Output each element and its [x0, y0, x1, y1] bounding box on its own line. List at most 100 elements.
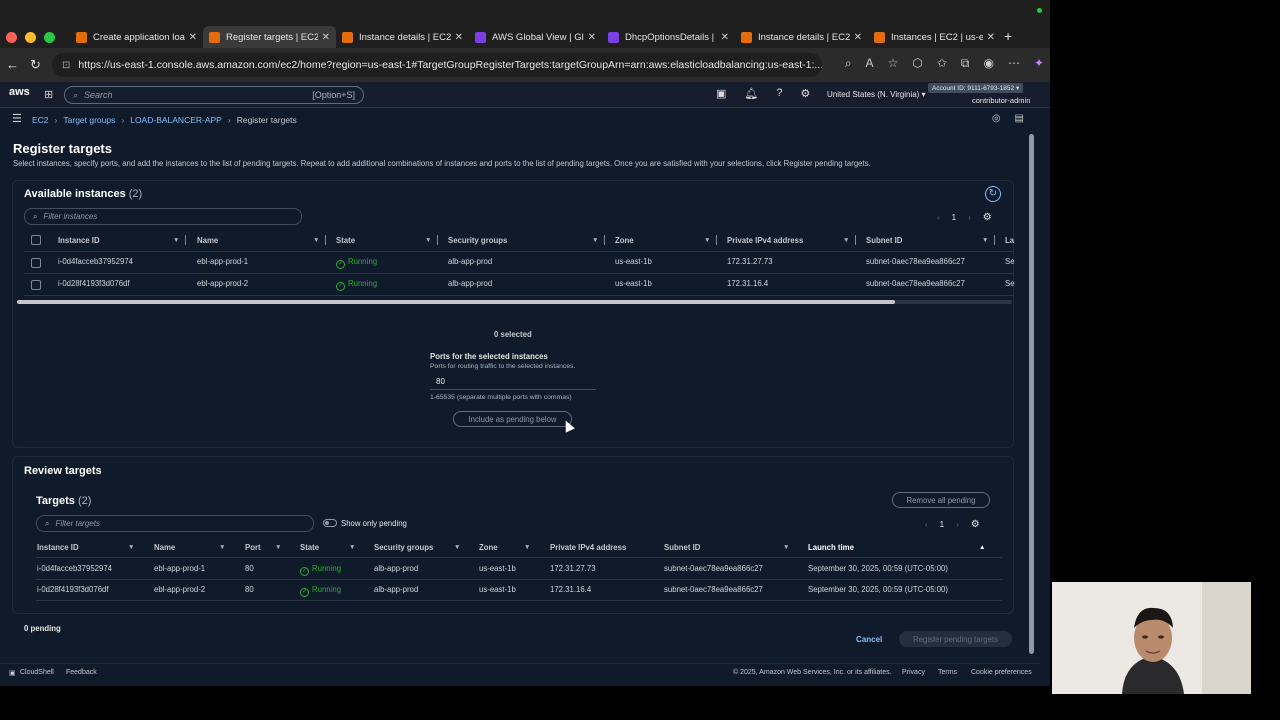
sort-icon[interactable]: ▼ — [454, 544, 460, 551]
sort-icon[interactable]: ▼ — [783, 544, 789, 551]
sort-icon[interactable]: ▼ — [275, 544, 281, 551]
zoom-window-button[interactable] — [44, 32, 55, 43]
back-icon[interactable]: ← — [6, 57, 19, 72]
sort-icon[interactable]: ▼ — [173, 237, 179, 244]
next-page-icon[interactable]: › — [956, 520, 959, 529]
include-as-pending-button[interactable]: Include as pending below — [453, 411, 572, 427]
filter-instances-input[interactable]: ⌕ Filter instances — [24, 208, 302, 225]
sort-icon[interactable]: ▼ — [425, 237, 431, 244]
horizontal-scroll-thumb[interactable] — [17, 300, 895, 304]
browser-tab[interactable]: Instance details | EC2 ✕ — [735, 26, 868, 48]
zoom-icon[interactable]: ⌕ — [845, 56, 852, 71]
read-aloud-icon[interactable]: A — [866, 56, 874, 71]
target-column-header[interactable]: Security groups — [374, 543, 433, 552]
close-tab-icon[interactable]: ✕ — [721, 32, 729, 43]
available-column-header[interactable]: Private IPv4 address — [727, 236, 803, 245]
new-tab-icon[interactable]: + — [1004, 28, 1012, 44]
sort-icon[interactable]: ▼ — [128, 544, 134, 551]
target-column-header[interactable]: Name — [154, 543, 175, 552]
refresh-icon[interactable]: ↻ — [985, 186, 1001, 202]
breadcrumb-load-balancer-app[interactable]: LOAD-BALANCER-APP — [130, 115, 222, 125]
sort-icon[interactable]: ▼ — [592, 237, 598, 244]
next-page-icon[interactable]: › — [968, 213, 971, 222]
extensions-icon[interactable]: ⬡ — [912, 56, 922, 71]
cancel-button[interactable]: Cancel — [856, 635, 882, 644]
cloudshell-icon[interactable]: ▣ — [9, 669, 16, 677]
region-selector[interactable]: United States (N. Virginia) ▾ — [827, 90, 926, 99]
close-tab-icon[interactable]: ✕ — [189, 32, 197, 43]
available-column-header[interactable]: Zone — [615, 236, 634, 245]
browser-tab[interactable]: Register targets | EC2 ✕ — [203, 26, 336, 48]
profile-icon[interactable]: ◉ — [983, 56, 993, 71]
column-resizer[interactable] — [437, 235, 438, 245]
port-input[interactable]: 80 — [430, 374, 596, 390]
register-pending-targets-button[interactable]: Register pending targets — [899, 631, 1012, 647]
available-column-header[interactable]: State — [336, 236, 355, 245]
available-column-header[interactable]: Security groups — [448, 236, 507, 245]
browser-tab[interactable]: DhcpOptionsDetails | V ✕ — [602, 26, 735, 48]
select-all-checkbox[interactable] — [31, 235, 41, 245]
target-column-header[interactable]: Launch time — [808, 543, 854, 552]
column-resizer[interactable] — [185, 235, 186, 245]
column-resizer[interactable] — [716, 235, 717, 245]
remove-all-pending-button[interactable]: Remove all pending — [892, 492, 990, 508]
url-field[interactable]: ⊡ https://us-east-1.console.aws.amazon.c… — [52, 53, 822, 77]
sort-icon[interactable]: ▼ — [704, 237, 710, 244]
target-column-header[interactable]: State — [300, 543, 319, 552]
target-column-header[interactable]: Port — [245, 543, 261, 552]
privacy-link[interactable]: Privacy — [902, 669, 925, 676]
browser-tab[interactable]: Create application loa ✕ — [70, 26, 203, 48]
vertical-scrollbar[interactable] — [1029, 134, 1034, 654]
settings-gear-icon[interactable]: ⚙ — [801, 87, 811, 100]
info-panel-icon[interactable]: ▤ — [1015, 113, 1024, 124]
copilot-icon[interactable]: ✦ — [1034, 56, 1044, 71]
available-column-header[interactable]: Instance ID — [58, 236, 100, 245]
target-column-header[interactable]: Zone — [479, 543, 498, 552]
cookie-preferences-link[interactable]: Cookie preferences — [971, 669, 1032, 676]
close-tab-icon[interactable]: ✕ — [854, 32, 862, 43]
column-resizer[interactable] — [855, 235, 856, 245]
notifications-icon[interactable]: 🔔︎ — [744, 87, 758, 100]
favorite-icon[interactable]: ☆ — [888, 56, 899, 71]
terms-link[interactable]: Terms — [938, 669, 957, 676]
browser-tab[interactable]: Instances | EC2 | us-e ✕ — [868, 26, 1001, 48]
sort-icon[interactable]: ▼ — [349, 544, 355, 551]
feedback-link[interactable]: Feedback — [66, 669, 97, 676]
console-search-input[interactable]: ⌕ Search [Option+S] — [64, 86, 364, 104]
sort-icon[interactable]: ▲ — [979, 544, 985, 551]
column-resizer[interactable] — [325, 235, 326, 245]
breadcrumb-ec2[interactable]: EC2 — [32, 115, 49, 125]
location-icon[interactable]: ◎ — [992, 113, 1001, 124]
cloudshell-link[interactable]: CloudShell — [20, 669, 54, 676]
row-checkbox[interactable] — [31, 258, 41, 268]
more-icon[interactable]: ⋯ — [1008, 56, 1020, 71]
site-info-icon[interactable]: ⊡ — [62, 60, 70, 71]
close-tab-icon[interactable]: ✕ — [322, 32, 330, 43]
previous-page-icon[interactable]: ‹ — [937, 213, 940, 222]
browser-tab[interactable]: Instance details | EC2 ✕ — [336, 26, 469, 48]
target-column-header[interactable]: Private IPv4 address — [550, 543, 626, 552]
target-column-header[interactable]: Instance ID — [37, 543, 79, 552]
horizontal-scrollbar[interactable] — [17, 300, 1012, 304]
available-column-header[interactable]: Subnet ID — [866, 236, 902, 245]
browser-tab[interactable]: AWS Global View | Glo ✕ — [469, 26, 602, 48]
favorites-icon[interactable]: ✩ — [937, 56, 947, 71]
column-resizer[interactable] — [994, 235, 995, 245]
sort-icon[interactable]: ▼ — [843, 237, 849, 244]
available-page-number[interactable]: 1 — [952, 213, 956, 222]
column-resizer[interactable] — [604, 235, 605, 245]
cloudshell-icon[interactable]: ▣ — [716, 87, 726, 100]
close-window-button[interactable] — [6, 32, 17, 43]
aws-logo[interactable]: aws — [9, 86, 30, 98]
sort-icon[interactable]: ▼ — [219, 544, 225, 551]
role-name[interactable]: contributor-admin — [972, 96, 1030, 105]
sort-icon[interactable]: ▼ — [982, 237, 988, 244]
sort-icon[interactable]: ▼ — [524, 544, 530, 551]
reload-icon[interactable]: ↻ — [30, 57, 41, 73]
show-only-pending-toggle[interactable] — [323, 519, 337, 527]
filter-targets-input[interactable]: ⌕ Filter targets — [36, 515, 314, 532]
close-tab-icon[interactable]: ✕ — [987, 32, 995, 43]
account-id-badge[interactable]: Account ID: 9111-6793-1852 ▾ — [928, 83, 1024, 93]
collections-icon[interactable]: ⧉ — [961, 56, 970, 71]
minimize-window-button[interactable] — [25, 32, 36, 43]
